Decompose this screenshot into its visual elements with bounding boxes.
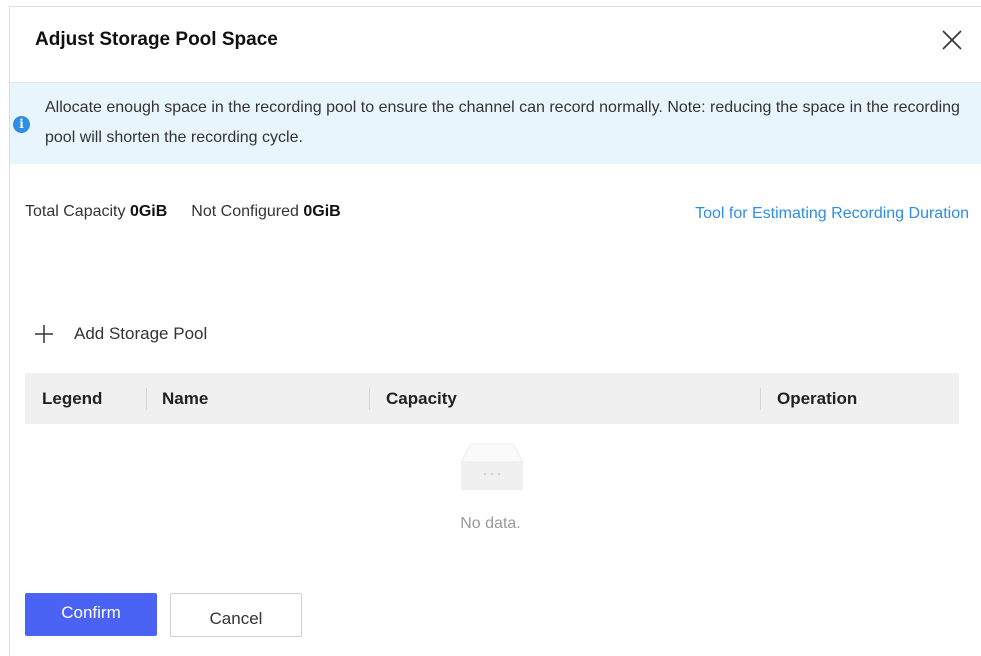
- confirm-button[interactable]: Confirm: [25, 593, 157, 636]
- column-header-name: Name: [162, 389, 209, 408]
- info-icon: i: [13, 116, 30, 133]
- storage-pool-table-header: Legend Name Capacity Operation: [25, 373, 959, 424]
- not-configured-value: 0GiB: [303, 203, 341, 220]
- column-header-legend: Legend: [42, 389, 103, 408]
- column-header-capacity: Capacity: [386, 389, 457, 408]
- confirm-button-label: Confirm: [61, 602, 121, 622]
- add-storage-pool-label: Add Storage Pool: [74, 324, 208, 343]
- plus-icon: [35, 325, 53, 343]
- column-separator: [369, 388, 370, 410]
- empty-box-icon: [460, 443, 524, 490]
- column-separator: [146, 388, 147, 410]
- close-icon[interactable]: [939, 27, 965, 53]
- total-capacity-value: 0GiB: [129, 203, 168, 220]
- not-configured-label: Not Configured: [191, 203, 299, 220]
- total-capacity-label: Total Capacity: [25, 203, 126, 220]
- estimating-tool-link[interactable]: Tool for Estimating Recording Duration: [695, 205, 969, 223]
- capacity-summary: Total Capacity 0GiB Not Configured 0GiB: [25, 203, 341, 221]
- notice-text: Allocate enough space in the recording p…: [45, 99, 960, 146]
- cancel-button-label: Cancel: [209, 609, 263, 628]
- dialog-title: Adjust Storage Pool Space: [35, 29, 278, 50]
- notice-banner: i Allocate enough space in the recording…: [10, 83, 981, 164]
- column-separator: [760, 388, 761, 410]
- add-storage-pool-button[interactable]: Add Storage Pool: [33, 323, 207, 345]
- cancel-button[interactable]: Cancel: [170, 593, 302, 637]
- column-header-operation: Operation: [777, 389, 858, 408]
- empty-table-text: No data.: [460, 515, 521, 532]
